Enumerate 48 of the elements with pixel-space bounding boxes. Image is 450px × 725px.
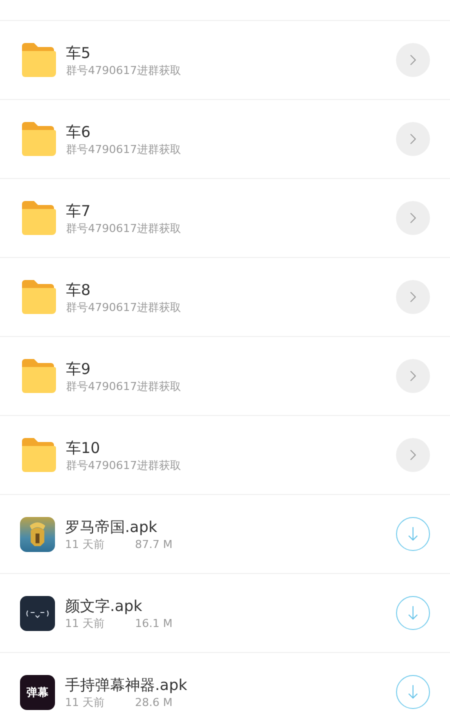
folder-description: 群号4790617进群获取 xyxy=(66,458,182,472)
file-size: 16.1 M xyxy=(135,616,172,630)
file-date: 11 天前 xyxy=(65,616,106,630)
chevron-right-icon xyxy=(409,448,417,462)
open-button[interactable] xyxy=(396,280,430,314)
folder-icon xyxy=(20,358,56,394)
file-date: 11 天前 xyxy=(65,694,106,710)
folder-icon xyxy=(20,121,56,157)
folder-description: 群号4790617进群获取 xyxy=(66,300,182,314)
folder-icon xyxy=(20,42,56,78)
chevron-right-icon xyxy=(409,53,417,67)
download-button[interactable] xyxy=(396,675,430,709)
app-icon xyxy=(20,596,55,630)
file-name: 车6 xyxy=(66,122,92,142)
download-button[interactable] xyxy=(396,596,430,630)
open-button[interactable] xyxy=(396,438,430,472)
file-size: 87.7 M xyxy=(135,536,172,552)
chevron-right-icon xyxy=(409,132,417,146)
chevron-right-icon xyxy=(409,290,417,304)
download-arrow-icon xyxy=(407,684,419,700)
file-name: 颜文字.apk xyxy=(65,596,144,616)
folder-icon xyxy=(20,279,56,315)
open-button[interactable] xyxy=(396,201,430,235)
file-name: 车9 xyxy=(66,358,92,378)
download-button[interactable] xyxy=(396,517,430,551)
folder-icon xyxy=(20,200,56,236)
folder-description: 群号4790617进群获取 xyxy=(66,220,182,236)
file-name: 罗马帝国.apk xyxy=(65,516,158,536)
download-arrow-icon xyxy=(407,526,419,542)
file-name: 车5 xyxy=(66,42,92,62)
download-arrow-icon xyxy=(407,605,419,621)
file-name: 车10 xyxy=(66,438,102,458)
file-date: 11 天前 xyxy=(65,536,106,552)
folder-description: 群号4790617进群获取 xyxy=(66,62,182,78)
open-button[interactable] xyxy=(396,43,430,77)
app-icon: 弹幕 xyxy=(20,674,55,710)
open-button[interactable] xyxy=(396,122,430,156)
folder-icon xyxy=(20,437,56,473)
folder-description: 群号4790617进群获取 xyxy=(66,378,182,394)
folder-description: 群号4790617进群获取 xyxy=(66,142,182,156)
file-size: 28.6 M xyxy=(135,694,172,710)
chevron-right-icon xyxy=(409,211,417,225)
file-name: 车7 xyxy=(66,200,92,220)
open-button[interactable] xyxy=(396,359,430,393)
file-name: 车8 xyxy=(66,280,92,300)
app-icon xyxy=(20,516,55,552)
file-name: 手持弹幕神器.apk xyxy=(65,674,188,694)
chevron-right-icon xyxy=(409,369,417,383)
